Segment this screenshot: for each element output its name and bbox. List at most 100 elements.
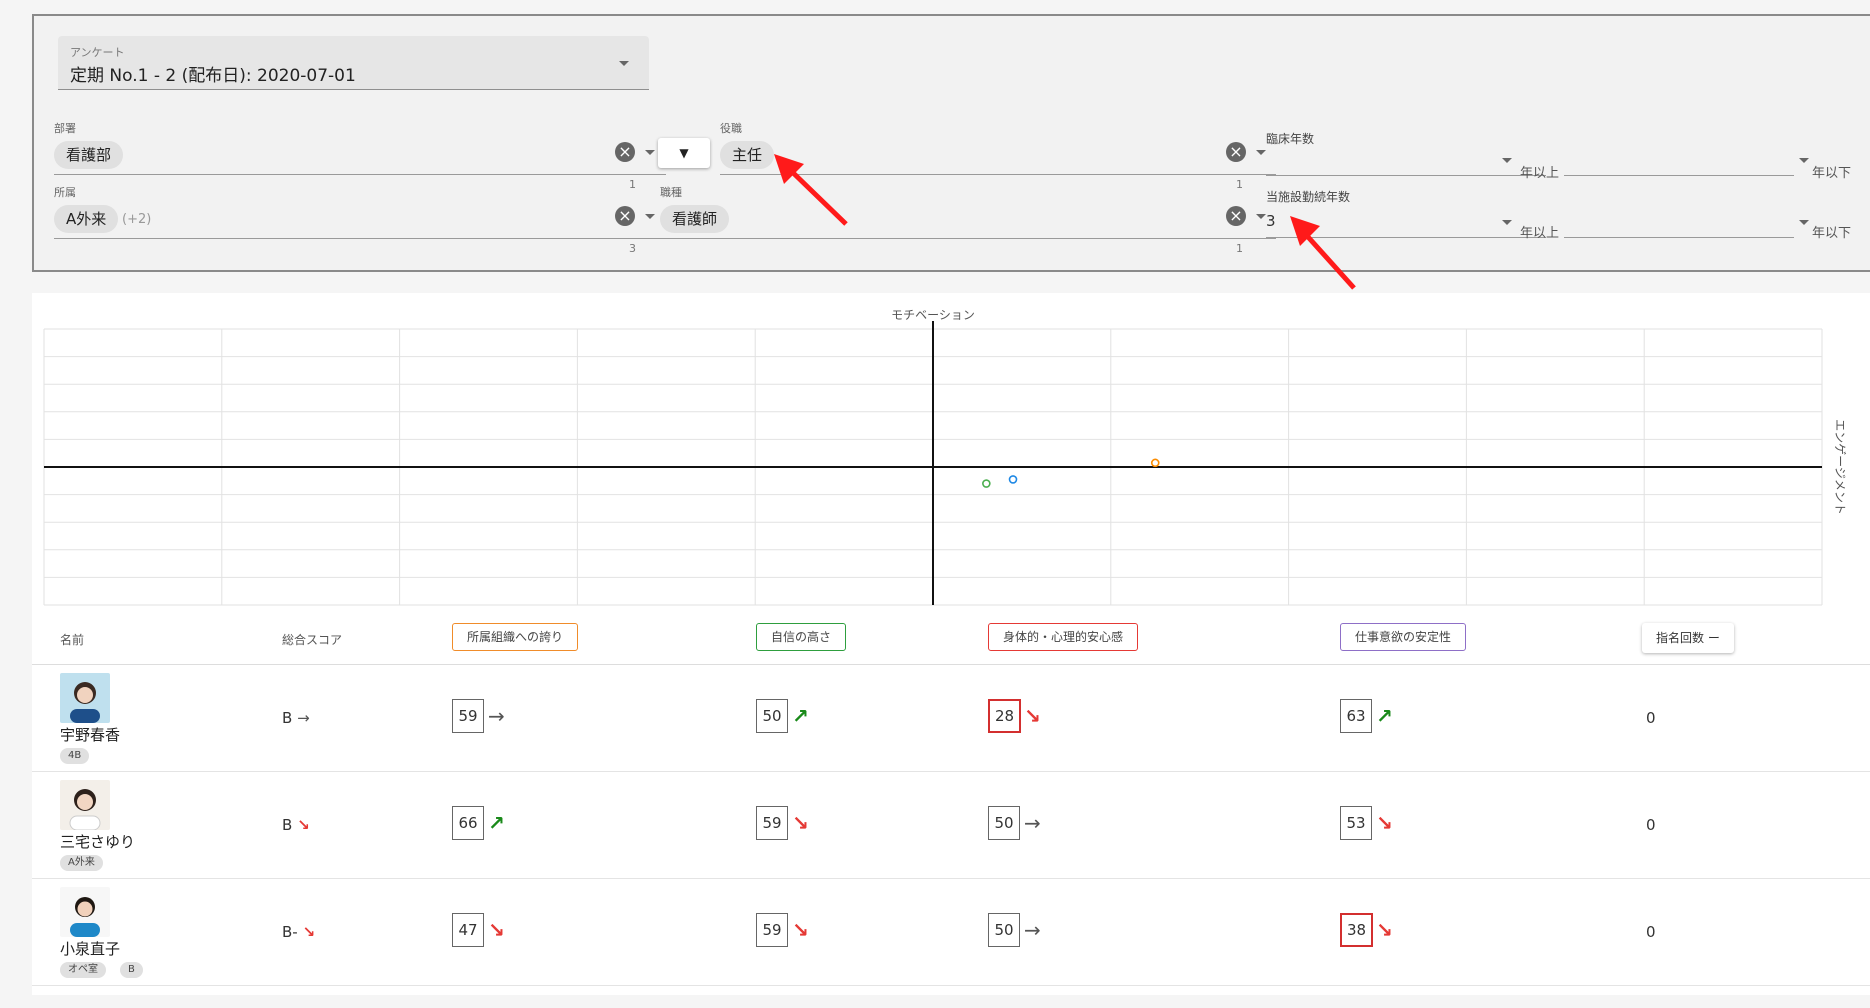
scatter-point [982,479,991,488]
chevron-down-icon[interactable] [645,150,655,155]
clinical-years-max-input[interactable] [1564,146,1809,176]
department-field[interactable]: 部署 看護部 × [54,120,666,175]
clinical-years-max-suffix: 年以下 [1812,166,1852,181]
score-box: 66 [452,806,484,840]
clinical-years-min-suffix: 年以上 [1520,166,1560,181]
avatar [60,780,110,830]
chevron-down-icon[interactable] [1799,158,1809,163]
trend-down-icon: ↘ [1024,704,1041,728]
tenure-years-label: 当施設勤続年数 [1266,190,1351,204]
table-row[interactable]: 小泉直子 オペ室 B B- ↘ 47 ↘ 59 ↘ 50 → 38 ↘ 0 [32,879,1870,986]
tenure-years-max-input[interactable] [1564,208,1809,238]
scatter-point [1008,475,1018,484]
affiliation-label: 所属 [54,186,76,199]
clear-icon[interactable]: × [1226,206,1246,226]
results-panel: モチベーション エンゲージメント 名前 総合スコア 所属組織への誇り 自信の高さ … [32,293,1870,995]
scope-toggle-button[interactable]: ▼ [658,138,710,168]
trend-down-icon: ↘ [1376,811,1393,835]
position-label: 役職 [720,122,742,135]
score-box: 38 [1340,913,1374,947]
trend-up-icon: ↗ [488,811,505,835]
trend-down-icon: ↘ [302,923,316,941]
trend-down-icon: ↘ [792,918,809,942]
clear-icon[interactable]: × [615,142,635,162]
filter-panel: アンケート 定期 No.1 - 2 (配布日): 2020-07-01 部署 看… [32,14,1870,272]
category-confidence-button[interactable]: 自信の高さ [756,623,847,651]
trend-flat-icon: → [1024,918,1041,942]
name-column-header: 名前 [60,633,85,647]
trend-up-icon: ↗ [792,704,809,728]
score-box: 50 [988,913,1020,947]
clear-icon[interactable]: × [615,206,635,226]
trend-down-icon: ↘ [792,811,809,835]
affiliation-field[interactable]: 所属 A外来 (+2) × [54,184,666,239]
position-chip[interactable]: 主任 [720,141,775,169]
scatter-point [1150,458,1160,468]
score-box: 53 [1340,806,1372,840]
survey-select-label: アンケート [70,46,125,59]
occupation-label: 職種 [660,186,682,199]
table-row[interactable]: 三宅さゆり A外来 B ↘ 66 ↗ 59 ↘ 50 → 53 ↘ 0 [32,772,1870,879]
clinical-years-min-input[interactable] [1266,146,1546,176]
department-label: 部署 [54,122,76,135]
category-motivation-button[interactable]: 仕事意欲の安定性 [1340,623,1467,651]
chart-right-axis-label: エンゲージメント [1833,419,1847,515]
nomination-count: 0 [1646,923,1656,941]
chevron-down-icon[interactable] [1799,220,1809,225]
person-name[interactable]: 小泉直子 [60,938,120,959]
person-tag: オペ室 [60,962,106,978]
occupation-chip[interactable]: 看護師 [660,205,730,233]
overall-grade: B- [282,923,298,941]
affiliation-chip[interactable]: A外来 [54,205,119,233]
occupation-counter: 1 [1236,242,1243,255]
nomination-count: 0 [1646,709,1656,727]
trend-flat-icon: → [297,709,310,727]
score-box: 50 [988,806,1020,840]
chevron-down-icon[interactable] [1502,158,1512,163]
person-name[interactable]: 宇野春香 [60,724,120,745]
person-tag: B [120,962,143,978]
trend-down-icon: ↘ [488,918,505,942]
overall-score: B- ↘ [282,923,315,941]
position-field[interactable]: 役職 主任 × [720,120,1276,175]
chevron-down-icon[interactable] [1502,220,1512,225]
person-tag: 4B [60,748,90,764]
score-box: 59 [452,699,484,733]
category-pride-button[interactable]: 所属組織への誇り [452,623,579,651]
nomination-count: 0 [1646,816,1656,834]
score-box: 59 [756,806,788,840]
chevron-down-icon[interactable] [645,214,655,219]
overall-score: B → [282,709,310,727]
scatter-chart: モチベーションエンゲージメント [43,308,1847,606]
occupation-field[interactable]: 職種 看護師 × [660,184,1276,239]
overall-grade: B [282,709,293,727]
chevron-down-icon[interactable] [1256,214,1266,219]
person-tag: A外来 [60,855,103,871]
department-chip[interactable]: 看護部 [54,141,124,169]
overall-score: B ↘ [282,816,310,834]
table-header: 名前 総合スコア 所属組織への誇り 自信の高さ 身体的・心理的安心感 仕事意欲の… [32,613,1870,665]
table-row[interactable]: 宇野春香 4B B → 59 → 50 ↗ 28 ↘ 63 ↗ 0 [32,665,1870,772]
person-name[interactable]: 三宅さゆり [60,831,135,852]
affiliation-counter: 3 [629,242,636,255]
trend-up-icon: ↗ [1376,704,1393,728]
score-box: 63 [1340,699,1372,733]
tenure-years-min-input[interactable]: 3 [1266,208,1546,238]
tenure-years-min-suffix: 年以上 [1520,226,1560,241]
chevron-down-icon[interactable] [619,61,629,66]
chevron-down-icon[interactable] [1256,150,1266,155]
tenure-years-max-suffix: 年以下 [1812,226,1852,241]
affiliation-more-count: (+2) [122,212,152,227]
survey-select[interactable]: アンケート 定期 No.1 - 2 (配布日): 2020-07-01 [58,36,649,90]
survey-select-value: 定期 No.1 - 2 (配布日): 2020-07-01 [70,66,356,86]
score-box: 28 [988,699,1022,733]
score-box: 47 [452,913,484,947]
nominations-sort-button[interactable]: 指名回数 ー [1642,623,1734,653]
clear-icon[interactable]: × [1226,142,1246,162]
category-safety-button[interactable]: 身体的・心理的安心感 [988,623,1139,651]
score-box: 50 [756,699,788,733]
trend-down-icon: ↘ [1376,918,1393,942]
avatar [60,887,110,937]
trend-flat-icon: → [488,704,505,728]
trend-flat-icon: → [1024,811,1041,835]
